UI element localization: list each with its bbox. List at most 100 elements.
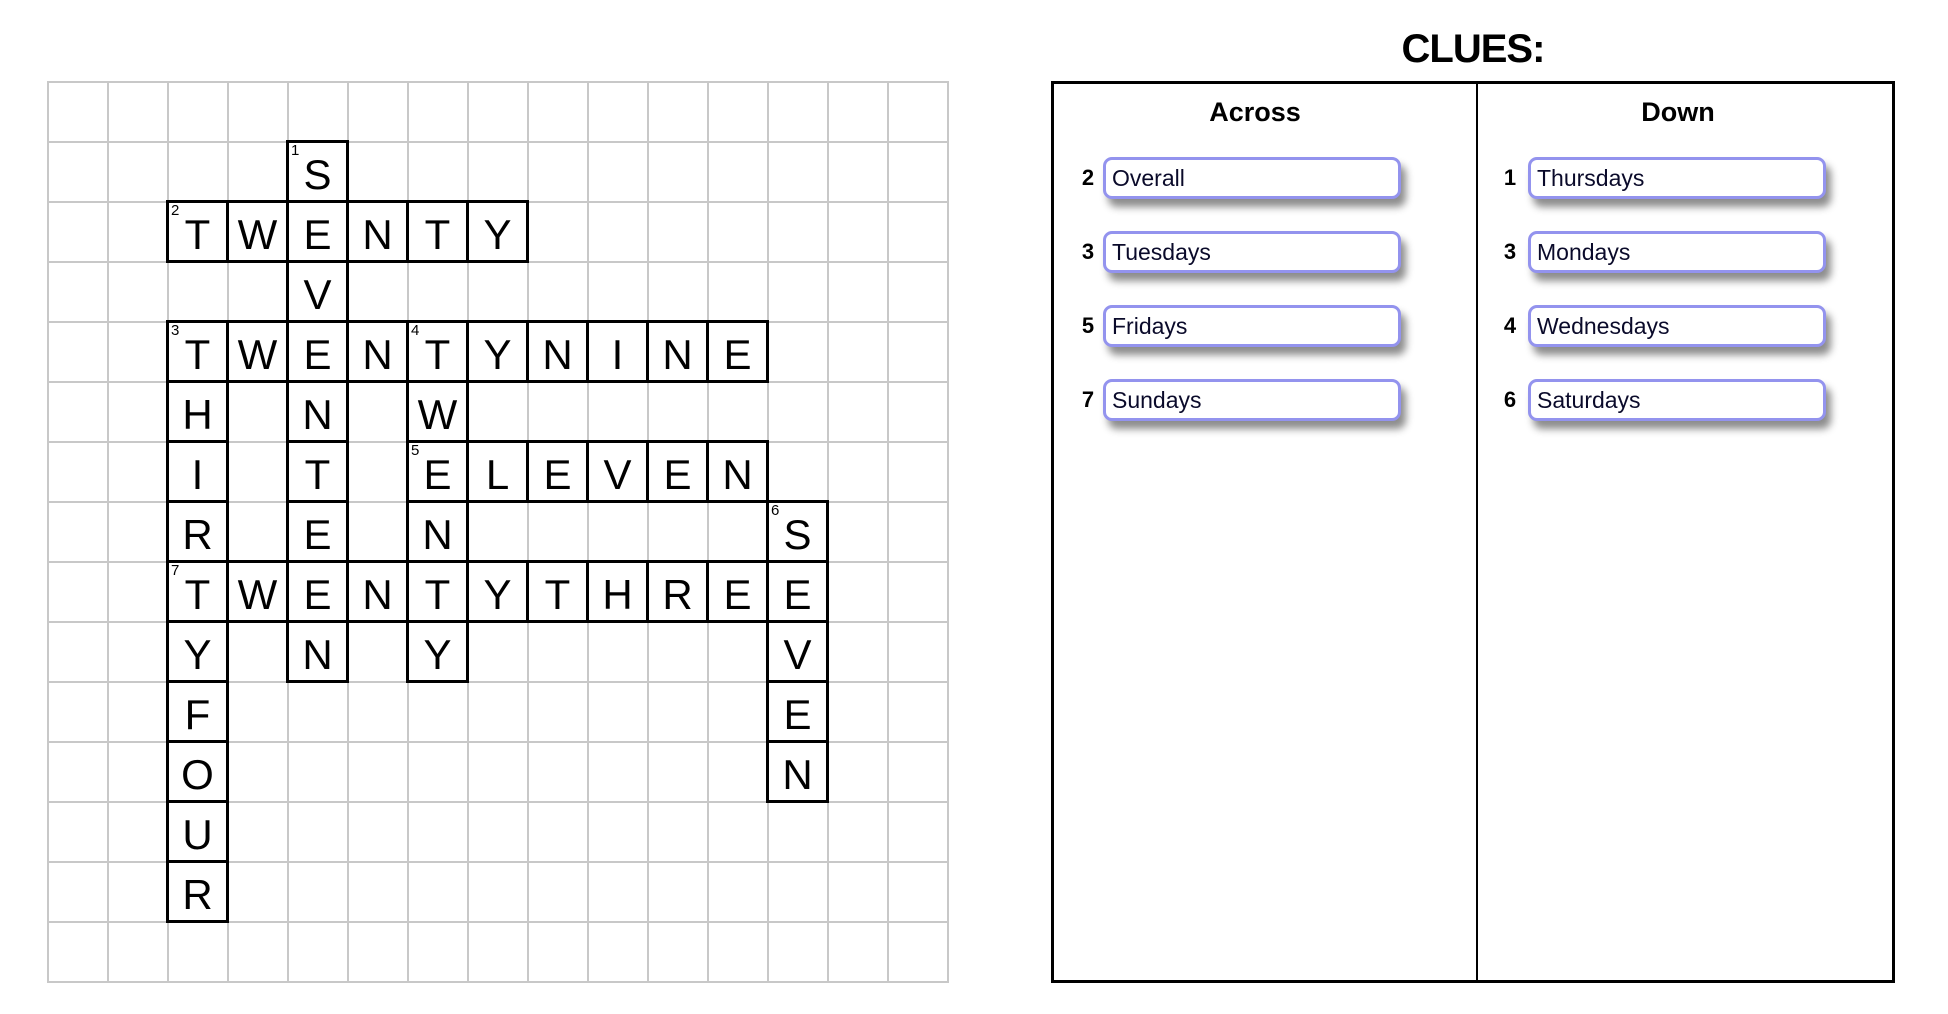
empty-grid-cell <box>227 741 289 803</box>
empty-grid-cell <box>527 921 589 983</box>
across-clue-input[interactable] <box>1103 379 1401 421</box>
crossword-cell[interactable]: E <box>766 680 829 743</box>
empty-grid-cell <box>287 681 349 743</box>
crossword-cell[interactable]: E <box>526 440 589 503</box>
crossword-cell[interactable]: H <box>586 560 649 623</box>
empty-grid-cell <box>887 141 949 203</box>
crossword-cell[interactable]: 3T <box>166 320 229 383</box>
crossword-cell[interactable]: V <box>586 440 649 503</box>
cell-letter: E <box>303 571 332 618</box>
crossword-cell[interactable]: O <box>166 740 229 803</box>
crossword-cell[interactable]: W <box>226 200 289 263</box>
crossword-cell[interactable]: N <box>706 440 769 503</box>
cell-letter: W <box>237 571 278 618</box>
clues-panel: Across 2 3 5 7 Down 1 3 4 <box>1051 81 1895 983</box>
empty-grid-cell <box>347 681 409 743</box>
empty-grid-cell <box>407 801 469 863</box>
cell-letter: T <box>184 211 211 258</box>
crossword-cell[interactable]: R <box>166 500 229 563</box>
empty-grid-cell <box>167 261 229 323</box>
crossword-cell[interactable]: T <box>406 560 469 623</box>
empty-grid-cell <box>227 921 289 983</box>
down-clue-input[interactable] <box>1528 305 1826 347</box>
empty-grid-cell <box>647 261 709 323</box>
empty-grid-cell <box>287 81 349 143</box>
cell-letter: T <box>424 331 451 378</box>
crossword-cell[interactable]: I <box>166 440 229 503</box>
crossword-cell[interactable]: N <box>286 620 349 683</box>
crossword-cell[interactable]: N <box>526 320 589 383</box>
empty-grid-cell <box>527 501 589 563</box>
cell-letter: N <box>362 211 393 258</box>
crossword-cell[interactable]: E <box>286 500 349 563</box>
crossword-cell[interactable]: V <box>766 620 829 683</box>
cell-letter: T <box>184 331 211 378</box>
empty-grid-cell <box>107 561 169 623</box>
crossword-cell[interactable]: L <box>466 440 529 503</box>
crossword-cell[interactable]: Y <box>466 320 529 383</box>
empty-grid-cell <box>827 381 889 443</box>
across-clue-input[interactable] <box>1103 157 1401 199</box>
crossword-cell[interactable]: N <box>346 560 409 623</box>
crossword-cell[interactable]: Y <box>466 200 529 263</box>
crossword-cell[interactable]: U <box>166 800 229 863</box>
crossword-cell[interactable]: 1S <box>286 140 349 203</box>
cell-letter: V <box>303 271 332 318</box>
crossword-cell[interactable]: T <box>526 560 589 623</box>
across-clue-input[interactable] <box>1103 305 1401 347</box>
crossword-cell[interactable]: H <box>166 380 229 443</box>
crossword-cell[interactable]: R <box>166 860 229 923</box>
across-clue-row: 2 <box>1054 157 1454 199</box>
crossword-cell[interactable]: Y <box>166 620 229 683</box>
crossword-cell[interactable]: R <box>646 560 709 623</box>
cell-letter: E <box>423 451 452 498</box>
empty-grid-cell <box>467 381 529 443</box>
crossword-cell[interactable]: Y <box>406 620 469 683</box>
crossword-cell[interactable]: E <box>706 560 769 623</box>
empty-grid-cell <box>767 201 829 263</box>
crossword-cell[interactable]: W <box>226 320 289 383</box>
empty-grid-cell <box>107 681 169 743</box>
across-clue-input[interactable] <box>1103 231 1401 273</box>
crossword-cell[interactable]: T <box>406 200 469 263</box>
crossword-cell[interactable]: N <box>346 200 409 263</box>
crossword-cell[interactable]: N <box>406 500 469 563</box>
crossword-cell[interactable]: 7T <box>166 560 229 623</box>
empty-grid-cell <box>107 141 169 203</box>
down-clue-input[interactable] <box>1528 157 1826 199</box>
empty-grid-cell <box>767 321 829 383</box>
cell-letter: N <box>362 331 393 378</box>
cell-letter: N <box>722 451 753 498</box>
down-clue-input[interactable] <box>1528 231 1826 273</box>
crossword-cell[interactable]: E <box>286 560 349 623</box>
crossword-cell[interactable]: E <box>766 560 829 623</box>
crossword-cell[interactable]: W <box>226 560 289 623</box>
cell-letter: E <box>303 211 332 258</box>
crossword-cell[interactable]: N <box>286 380 349 443</box>
crossword-cell[interactable]: Y <box>466 560 529 623</box>
crossword-cell[interactable]: 5E <box>406 440 469 503</box>
empty-grid-cell <box>707 621 769 683</box>
empty-grid-cell <box>47 441 109 503</box>
down-clue-input[interactable] <box>1528 379 1826 421</box>
crossword-cell[interactable]: F <box>166 680 229 743</box>
crossword-cell[interactable]: E <box>706 320 769 383</box>
empty-grid-cell <box>827 81 889 143</box>
crossword-cell[interactable]: V <box>286 260 349 323</box>
crossword-cell[interactable]: 4T <box>406 320 469 383</box>
crossword-cell[interactable]: N <box>346 320 409 383</box>
crossword-cell[interactable]: E <box>286 200 349 263</box>
cell-letter: T <box>304 451 331 498</box>
crossword-cell[interactable]: E <box>286 320 349 383</box>
empty-grid-cell <box>887 741 949 803</box>
crossword-cell[interactable]: W <box>406 380 469 443</box>
empty-grid-cell <box>107 381 169 443</box>
crossword-cell[interactable]: N <box>766 740 829 803</box>
crossword-cell[interactable]: T <box>286 440 349 503</box>
crossword-cell[interactable]: N <box>646 320 709 383</box>
crossword-cell[interactable]: E <box>646 440 709 503</box>
crossword-cell[interactable]: 2T <box>166 200 229 263</box>
crossword-cell[interactable]: I <box>586 320 649 383</box>
cell-letter: N <box>302 391 333 438</box>
crossword-cell[interactable]: 6S <box>766 500 829 563</box>
